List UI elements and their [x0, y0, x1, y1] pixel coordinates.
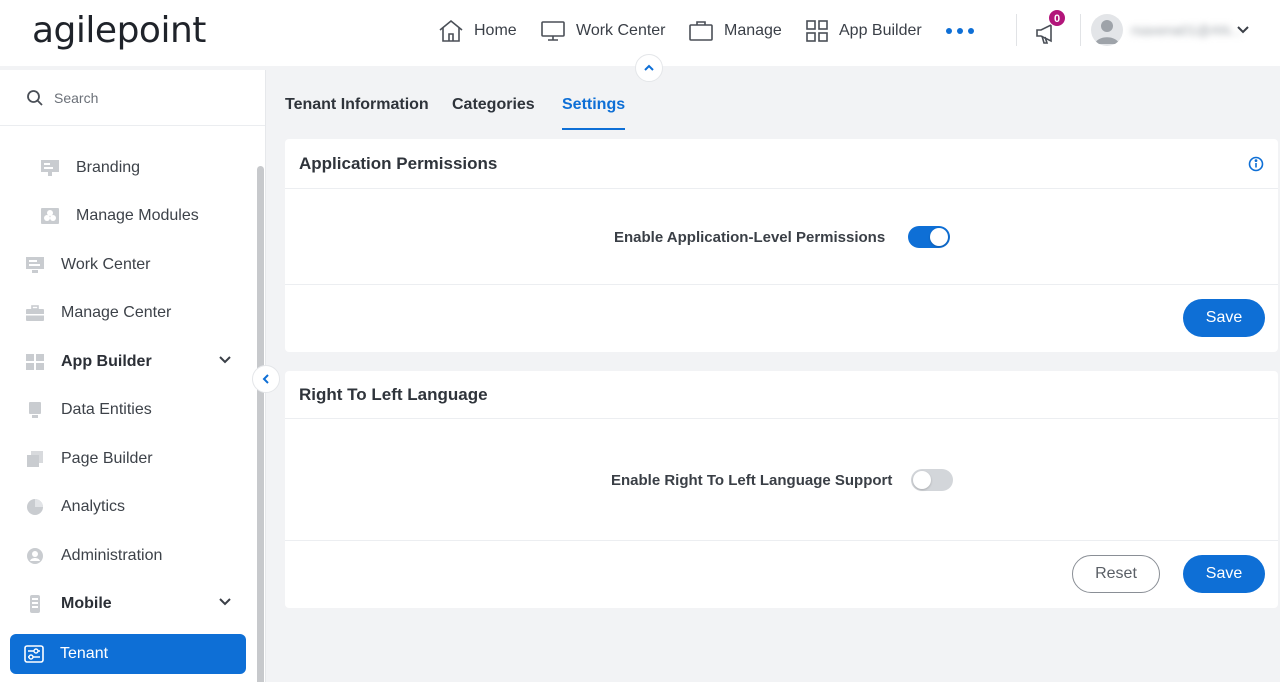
- sidebar-item-label: Manage Modules: [76, 207, 199, 224]
- more-horizontal-icon[interactable]: [946, 28, 974, 34]
- grid-icon: [25, 352, 45, 372]
- monitor-icon: [541, 21, 565, 41]
- sidebar-scrollbar[interactable]: [256, 126, 265, 682]
- search-input[interactable]: [54, 89, 234, 106]
- home-icon: [439, 19, 463, 42]
- grid-icon: [806, 20, 828, 42]
- sidebar-item-data-entities[interactable]: Data Entities: [0, 390, 256, 430]
- rtl-support-label: Enable Right To Left Language Support: [611, 472, 893, 489]
- tab-tenant-information[interactable]: Tenant Information: [285, 96, 429, 130]
- rtl-language-title: Right To Left Language: [299, 384, 488, 404]
- user-divider: [1080, 14, 1081, 46]
- reset-button[interactable]: Reset: [1072, 555, 1160, 593]
- nav-manage-label: Manage: [724, 22, 782, 39]
- nav-manage[interactable]: Manage: [688, 16, 782, 46]
- data-entities-icon: [25, 400, 45, 420]
- collapse-header-button[interactable]: [635, 54, 663, 82]
- sidebar-item-label: Page Builder: [61, 450, 153, 467]
- chevron-down-icon[interactable]: [218, 354, 232, 366]
- branding-icon: [40, 158, 60, 178]
- card-title: Application Permissions: [285, 139, 1278, 189]
- save-button[interactable]: Save: [1183, 555, 1265, 593]
- sidebar-item-label: Administration: [61, 547, 163, 564]
- chevron-up-icon: [644, 64, 654, 71]
- tenant-sliders-icon: [24, 644, 44, 664]
- card-footer: Reset Save: [285, 541, 1278, 607]
- sidebar-item-label: Data Entities: [61, 401, 152, 418]
- pie-chart-icon: [25, 497, 45, 517]
- sidebar-item-page-builder[interactable]: Page Builder: [0, 439, 256, 479]
- nav-home-label: Home: [474, 22, 517, 39]
- notification-count-badge: 0: [1048, 9, 1066, 27]
- search-icon: [27, 89, 43, 106]
- toggle-knob: [930, 228, 948, 246]
- mobile-icon: [25, 594, 45, 614]
- agilepoint-logo[interactable]: agilepoint: [32, 10, 206, 51]
- sidebar-item-work-center[interactable]: Work Center: [0, 245, 256, 285]
- monitor-icon: [25, 255, 45, 275]
- sidebar-item-manage-center[interactable]: Manage Center: [0, 293, 256, 333]
- tab-categories[interactable]: Categories: [452, 96, 535, 130]
- modules-icon: [40, 206, 60, 226]
- save-button[interactable]: Save: [1183, 299, 1265, 337]
- sidebar-item-analytics[interactable]: Analytics: [0, 487, 256, 527]
- nav-app-builder[interactable]: App Builder: [805, 16, 922, 46]
- sidebar-item-tenant[interactable]: Tenant: [10, 634, 246, 674]
- sidebar-scrollbar-thumb[interactable]: [257, 166, 264, 682]
- card-footer: Save: [285, 285, 1278, 351]
- tab-settings[interactable]: Settings: [562, 96, 626, 130]
- rtl-support-toggle[interactable]: [911, 469, 953, 491]
- avatar[interactable]: [1091, 14, 1123, 46]
- app-permissions-setting-row: Enable Application-Level Permissions: [285, 189, 1278, 285]
- toggle-knob: [913, 471, 931, 489]
- nav-divider: [1016, 14, 1017, 46]
- nav-app-builder-label: App Builder: [839, 22, 922, 39]
- nav-home[interactable]: Home: [438, 16, 517, 46]
- user-name: rsaxena01@AN...: [1131, 22, 1242, 38]
- briefcase-icon: [25, 303, 45, 323]
- collapse-sidebar-button[interactable]: [252, 365, 280, 393]
- nav-work-center[interactable]: Work Center: [540, 16, 666, 46]
- sidebar: Branding Manage Modules Work Center Mana…: [0, 70, 266, 682]
- application-permissions-card: Application Permissions Enable Applicati…: [285, 139, 1278, 352]
- admin-icon: [25, 546, 45, 566]
- sidebar-item-label: Manage Center: [61, 304, 172, 321]
- user-icon: [1095, 20, 1119, 44]
- rtl-language-card: Right To Left Language Enable Right To L…: [285, 371, 1278, 608]
- application-permissions-title: Application Permissions: [299, 153, 498, 173]
- app-permissions-label: Enable Application-Level Permissions: [614, 229, 886, 246]
- app-permissions-toggle[interactable]: [908, 226, 950, 248]
- notifications-button[interactable]: 0: [1034, 9, 1066, 46]
- sidebar-item-label: Work Center: [61, 256, 151, 273]
- card-title: Right To Left Language: [285, 371, 1278, 419]
- briefcase-icon: [689, 21, 713, 41]
- rtl-setting-row: Enable Right To Left Language Support: [285, 419, 1278, 541]
- chevron-down-icon[interactable]: [1236, 24, 1250, 36]
- sidebar-item-label: App Builder: [61, 353, 152, 370]
- chevron-down-icon[interactable]: [218, 596, 232, 608]
- sidebar-item-app-builder[interactable]: App Builder: [0, 342, 256, 382]
- sidebar-search: [0, 70, 265, 126]
- nav-work-center-label: Work Center: [576, 22, 666, 39]
- sidebar-item-label: Tenant: [60, 645, 109, 662]
- sidebar-item-label: Mobile: [61, 595, 112, 612]
- sidebar-item-label: Branding: [76, 159, 141, 176]
- sidebar-item-label: Analytics: [61, 498, 126, 515]
- info-icon[interactable]: [1248, 156, 1264, 172]
- sidebar-item-mobile[interactable]: Mobile: [0, 584, 256, 624]
- sidebar-item-administration[interactable]: Administration: [0, 536, 256, 576]
- page-builder-icon: [25, 449, 45, 469]
- chevron-left-icon: [262, 374, 269, 384]
- sidebar-item-branding[interactable]: Branding: [0, 148, 256, 188]
- sidebar-item-manage-modules[interactable]: Manage Modules: [0, 196, 256, 236]
